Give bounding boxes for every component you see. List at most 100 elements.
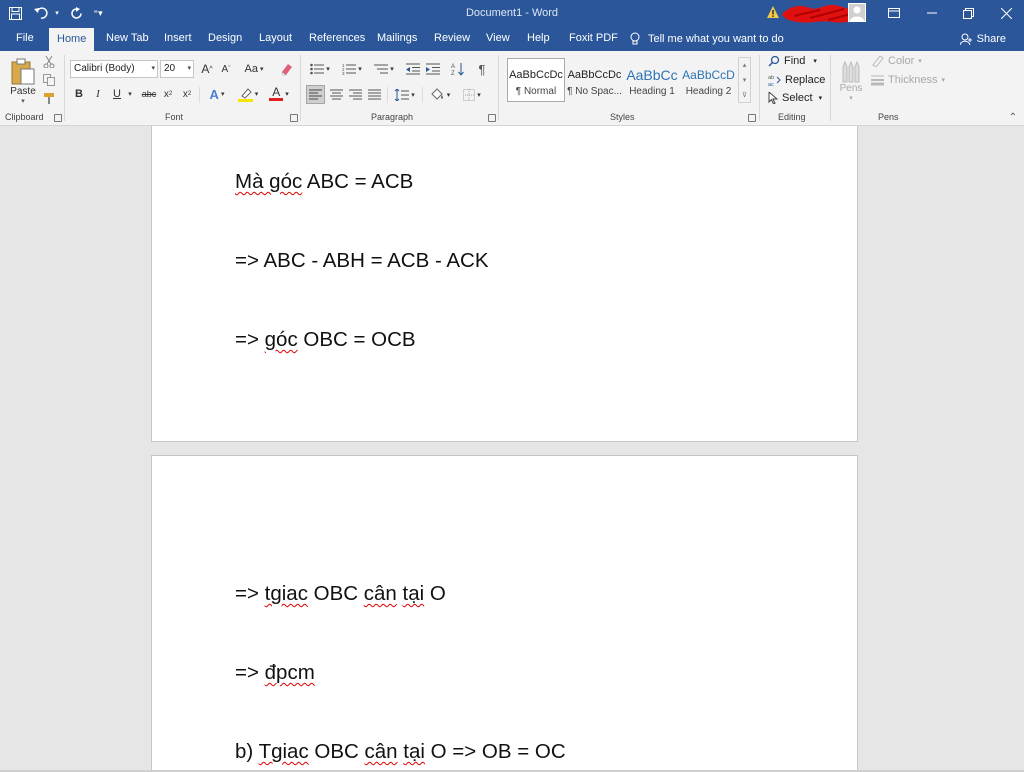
ribbon-display-options-icon[interactable] xyxy=(876,0,912,26)
document-line[interactable]: => góc OBC = OCB xyxy=(235,328,416,352)
tab-layout[interactable]: Layout xyxy=(251,26,300,51)
find-button[interactable]: Find ▾ xyxy=(768,55,817,67)
style-heading-1[interactable]: AaBbCc Heading 1 xyxy=(624,58,680,102)
subscript-button[interactable]: x2 xyxy=(161,85,175,103)
warning-icon[interactable] xyxy=(766,5,780,19)
pens-button[interactable]: Pens ▾ xyxy=(838,55,864,107)
borders-button[interactable]: ▾ xyxy=(458,85,486,104)
grow-font-icon[interactable]: A ^ xyxy=(199,60,215,78)
replace-button[interactable]: ab ac Replace xyxy=(768,74,825,86)
sort-icon[interactable]: AZ xyxy=(450,60,466,78)
clipboard-launcher-icon[interactable] xyxy=(54,114,62,122)
shrink-font-icon[interactable]: Aˇ xyxy=(218,60,234,78)
style-heading-2[interactable]: AaBbCcD Heading 2 xyxy=(681,58,736,102)
align-left-button[interactable] xyxy=(306,85,325,104)
restore-icon[interactable] xyxy=(950,0,986,26)
decrease-indent-icon[interactable] xyxy=(404,60,422,78)
document-line[interactable]: => tgiac OBC cân tại O xyxy=(235,582,446,606)
misspelled-word[interactable]: tại xyxy=(403,740,425,763)
customize-qat-icon[interactable]: ⁼▾ xyxy=(90,0,106,26)
increase-indent-icon[interactable] xyxy=(424,60,442,78)
user-avatar[interactable] xyxy=(848,3,866,22)
redo-icon[interactable] xyxy=(62,0,90,26)
paste-button[interactable]: Paste ▾ xyxy=(8,55,38,107)
change-case-button[interactable]: Aa ▾ xyxy=(240,60,268,78)
document-page-1[interactable]: Mà góc ABC = ACB => ABC - ABH = ACB - AC… xyxy=(151,126,858,442)
tab-foxit-pdf[interactable]: Foxit PDF xyxy=(561,26,626,51)
center-button[interactable] xyxy=(327,85,346,104)
misspelled-word[interactable]: cân xyxy=(365,740,398,763)
minimize-icon[interactable] xyxy=(914,0,950,26)
line-spacing-button[interactable]: ▾ xyxy=(391,85,419,104)
font-launcher-icon[interactable] xyxy=(290,114,298,122)
pen-thickness-button[interactable]: Thickness ▾ xyxy=(871,74,945,86)
misspelled-word[interactable]: cân xyxy=(364,582,397,605)
strikethrough-button[interactable]: abc xyxy=(140,85,158,103)
underline-button[interactable]: U xyxy=(110,85,124,103)
show-formatting-marks-icon[interactable]: ¶ xyxy=(474,60,490,78)
line-text: OBC xyxy=(307,582,364,605)
text-effects-button[interactable]: A ▾ xyxy=(204,85,230,103)
share-button[interactable]: Share xyxy=(959,26,1006,51)
misspelled-word[interactable]: tại xyxy=(403,582,425,605)
paint-bucket-icon xyxy=(431,87,443,100)
document-line[interactable]: Mà góc ABC = ACB xyxy=(235,170,413,194)
collapse-ribbon-icon[interactable]: ⌃ xyxy=(1006,111,1020,123)
italic-button[interactable]: I xyxy=(91,85,105,103)
superscript-button[interactable]: x2 xyxy=(180,85,194,103)
document-line[interactable]: => ABC - ABH = ACB - ACK xyxy=(235,249,489,273)
styles-launcher-icon[interactable] xyxy=(748,114,756,122)
font-color-button[interactable]: A ▾ xyxy=(265,85,293,103)
tab-references[interactable]: References xyxy=(301,26,373,51)
font-size-select[interactable]: 20 ▾ xyxy=(160,60,194,78)
document-line[interactable]: b) Tgiac OBC cân tại O => OB = OC xyxy=(235,740,566,764)
tab-help[interactable]: Help xyxy=(519,26,558,51)
scroll-down-icon[interactable]: ▾ xyxy=(743,76,747,84)
paragraph-launcher-icon[interactable] xyxy=(488,114,496,122)
highlight-button[interactable]: ▾ xyxy=(234,85,262,103)
select-button[interactable]: Select ▾ xyxy=(768,92,822,104)
close-icon[interactable] xyxy=(988,0,1024,26)
bullets-button[interactable]: ▾ xyxy=(306,60,334,78)
underline-dropdown-icon[interactable]: ▾ xyxy=(126,85,134,103)
misspelled-word[interactable]: Tgiac xyxy=(259,740,309,763)
pen-color-button[interactable]: Color ▾ xyxy=(871,55,922,67)
style-no-spacing[interactable]: AaBbCcDc ¶ No Spac... xyxy=(566,58,623,102)
font-name-select[interactable]: Calibri (Body) ▾ xyxy=(70,60,158,78)
save-icon[interactable] xyxy=(0,0,30,26)
tab-view[interactable]: View xyxy=(478,26,518,51)
misspelled-word[interactable]: Mà góc xyxy=(235,170,302,193)
scroll-up-icon[interactable]: ▴ xyxy=(743,61,747,69)
paste-dropdown-icon[interactable]: ▾ xyxy=(21,97,25,105)
bold-button[interactable]: B xyxy=(72,85,86,103)
tab-design[interactable]: Design xyxy=(200,26,250,51)
undo-dropdown-icon[interactable]: ▾ xyxy=(52,0,62,26)
numbering-button[interactable]: 1 2 3 ▾ xyxy=(338,60,366,78)
tab-file[interactable]: File xyxy=(8,26,42,51)
tab-insert[interactable]: Insert xyxy=(156,26,200,51)
undo-icon[interactable] xyxy=(30,0,52,26)
misspelled-word[interactable]: đpcm xyxy=(265,661,315,684)
shading-button[interactable]: ▾ xyxy=(426,85,454,104)
more-styles-icon[interactable]: ⊽ xyxy=(742,91,747,99)
align-right-button[interactable] xyxy=(346,85,365,104)
style-normal[interactable]: AaBbCcDc ¶ Normal xyxy=(507,58,565,102)
tab-home[interactable]: Home xyxy=(49,28,94,51)
cut-icon[interactable] xyxy=(42,55,56,69)
tab-review[interactable]: Review xyxy=(426,26,478,51)
document-line[interactable]: => đpcm xyxy=(235,661,315,685)
tab-mailings[interactable]: Mailings xyxy=(369,26,425,51)
svg-text:ac: ac xyxy=(768,82,774,86)
document-page-2[interactable]: => tgiac OBC cân tại O => đpcm b) Tgiac … xyxy=(151,455,858,770)
misspelled-word[interactable]: góc xyxy=(265,328,298,351)
misspelled-word[interactable]: tgiac xyxy=(265,582,308,605)
align-right-icon xyxy=(349,89,362,100)
styles-gallery-scroll[interactable]: ▴ ▾ ⊽ xyxy=(738,57,751,103)
clear-formatting-icon[interactable] xyxy=(277,60,295,78)
format-painter-icon[interactable] xyxy=(42,91,56,105)
tab-new-tab[interactable]: New Tab xyxy=(98,26,157,51)
justify-button[interactable] xyxy=(365,85,384,104)
multilevel-list-button[interactable]: ▾ xyxy=(370,60,398,78)
tell-me-search[interactable]: Tell me what you want to do xyxy=(630,26,784,51)
copy-icon[interactable] xyxy=(42,73,56,87)
